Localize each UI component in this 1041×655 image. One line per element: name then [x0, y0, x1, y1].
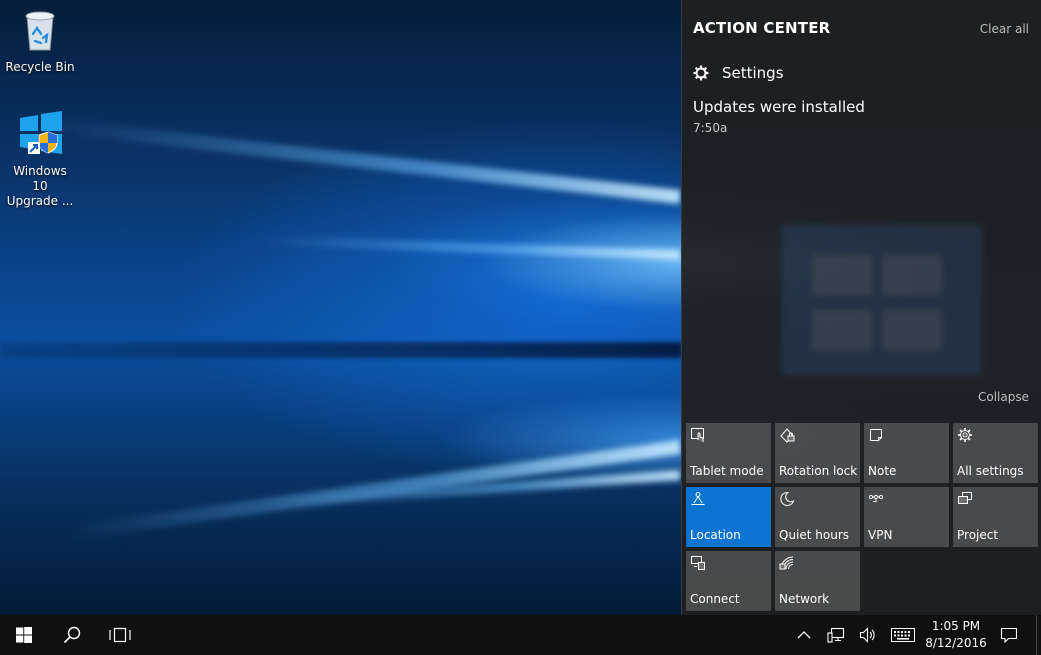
- quick-action-project[interactable]: Project: [953, 487, 1038, 547]
- project-icon: [958, 492, 972, 504]
- show-hidden-icons-button[interactable]: [792, 615, 816, 655]
- desktop-icon-windows-upgrade[interactable]: Windows 10 Upgrade ...: [4, 110, 76, 209]
- quick-action-connect[interactable]: Connect: [686, 551, 771, 611]
- gear-icon: [958, 428, 972, 442]
- keyboard-icon: [891, 628, 915, 642]
- start-button[interactable]: [0, 615, 48, 655]
- action-center-panel: ACTION CENTER Clear all Settings Updates…: [681, 0, 1041, 615]
- notification-title: Updates were installed: [693, 98, 865, 116]
- notification-group-header[interactable]: Settings: [693, 64, 1023, 82]
- quick-action-label: Quiet hours: [779, 528, 850, 542]
- network-tray-button[interactable]: [822, 615, 850, 655]
- clear-all-button[interactable]: Clear all: [980, 22, 1029, 36]
- quick-action-label: Project: [957, 528, 999, 542]
- quick-action-label: Connect: [690, 592, 740, 606]
- quick-action-label: Network: [779, 592, 830, 606]
- wallpaper-light-beam: [43, 117, 681, 204]
- show-desktop-button[interactable]: [1036, 615, 1041, 655]
- taskbar-clock[interactable]: 1:05 PM 8/12/2016: [924, 618, 988, 652]
- quick-action-label: Rotation lock: [779, 464, 858, 478]
- quick-action-network[interactable]: Network: [775, 551, 860, 611]
- quick-action-label: VPN: [868, 528, 893, 542]
- collapse-button[interactable]: Collapse: [978, 390, 1029, 404]
- notification-group-settings: Settings Updates were installed 7:50a: [693, 64, 1023, 135]
- volume-icon: [859, 627, 875, 643]
- quick-action-label: Location: [690, 528, 741, 542]
- quick-action-label: Note: [868, 464, 897, 478]
- wallpaper-light-beam: [65, 440, 681, 541]
- task-view-icon: [109, 627, 131, 643]
- wallpaper-dark-band: [0, 342, 682, 358]
- notification-item[interactable]: Updates were installed 7:50a: [693, 98, 1023, 135]
- tablet-mode-icon: [691, 428, 704, 442]
- notification-app-name: Settings: [722, 64, 784, 82]
- recycle-bin-icon: [4, 8, 76, 56]
- touch-keyboard-button[interactable]: [886, 615, 920, 655]
- volume-tray-button[interactable]: [854, 615, 882, 655]
- background-blur-reflection: [782, 225, 982, 375]
- quick-action-tablet-mode[interactable]: Tablet mode: [686, 423, 771, 483]
- clock-date: 8/12/2016: [925, 636, 987, 650]
- quick-actions-grid: Tablet mode Rotation lock Note All setti…: [686, 423, 1038, 611]
- wallpaper-light-beam: [260, 235, 681, 260]
- desktop-icon-recycle-bin[interactable]: Recycle Bin: [4, 8, 76, 75]
- notification-time: 7:50a: [693, 121, 728, 135]
- quick-action-location[interactable]: Location: [686, 487, 771, 547]
- note-icon: [870, 429, 882, 441]
- quick-action-quiet-hours[interactable]: Quiet hours: [775, 487, 860, 547]
- search-button[interactable]: [48, 615, 96, 655]
- action-center-icon: [1000, 627, 1018, 643]
- clock-time: 1:05 PM: [931, 619, 981, 633]
- action-center-button[interactable]: [990, 615, 1028, 655]
- location-icon: [691, 492, 705, 505]
- desktop-icon-label: Windows 10 Upgrade ...: [6, 164, 74, 208]
- quick-action-vpn[interactable]: VPN: [864, 487, 949, 547]
- start-icon: [16, 627, 32, 643]
- network-icon: [779, 556, 794, 570]
- action-center-title: ACTION CENTER: [693, 19, 831, 37]
- connect-icon: [691, 556, 705, 570]
- windows-upgrade-icon: [4, 110, 76, 160]
- desktop-icon-label: Recycle Bin: [5, 60, 75, 74]
- rotation-lock-icon: [780, 428, 795, 443]
- moon-icon: [780, 491, 795, 506]
- taskbar: 1:05 PM 8/12/2016: [0, 615, 1041, 655]
- search-icon: [63, 626, 81, 644]
- chevron-up-icon: [797, 631, 811, 639]
- task-view-button[interactable]: [96, 615, 144, 655]
- quick-action-rotation-lock[interactable]: Rotation lock: [775, 423, 860, 483]
- quick-action-label: Tablet mode: [690, 464, 764, 478]
- quick-action-note[interactable]: Note: [864, 423, 949, 483]
- vpn-icon: [868, 494, 884, 503]
- network-wired-icon: [827, 627, 845, 643]
- quick-action-all-settings[interactable]: All settings: [953, 423, 1038, 483]
- quick-action-label: All settings: [957, 464, 1024, 478]
- gear-icon: [693, 65, 709, 81]
